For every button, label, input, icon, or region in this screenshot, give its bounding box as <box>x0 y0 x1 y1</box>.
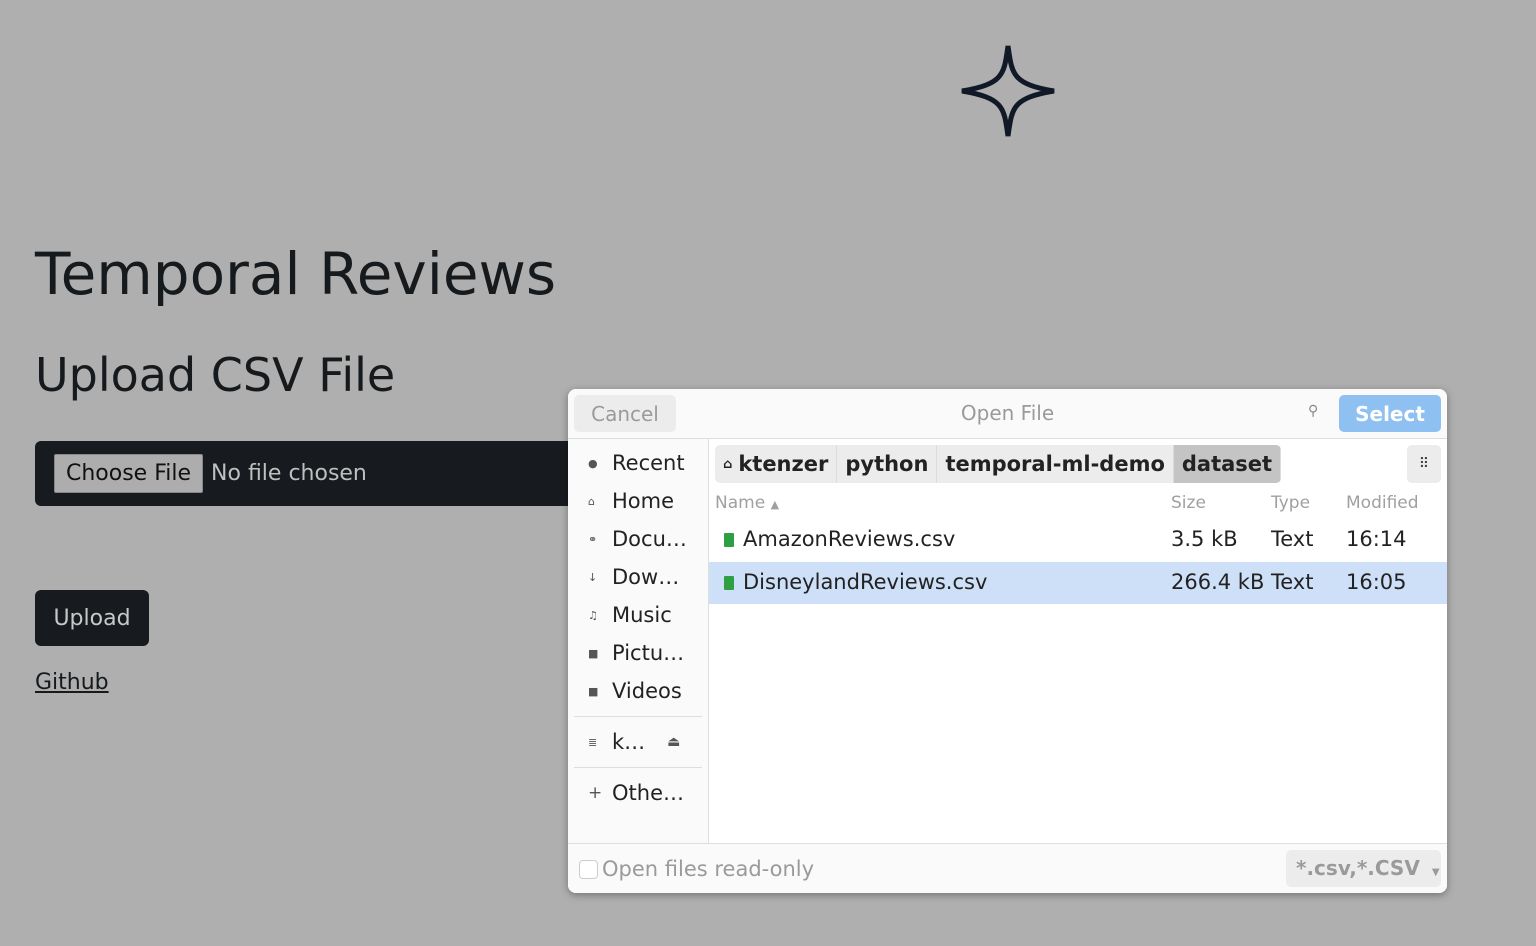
text-file-icon <box>724 576 734 590</box>
sidebar-item-label: Othe… <box>612 781 684 805</box>
dialog-header: Cancel Open File ⚲ Select <box>568 389 1447 439</box>
clock-icon: ● <box>588 456 598 470</box>
sidebar-item-other-locations[interactable]: + Othe… <box>568 774 708 812</box>
divider <box>574 767 702 768</box>
drive-icon: ≣ <box>588 735 598 749</box>
search-icon[interactable]: ⚲ <box>1308 403 1318 419</box>
sidebar-item-label: Dow… <box>612 565 680 589</box>
sidebar-item-pictu[interactable]: ■ Pictu… <box>568 634 708 672</box>
videos-icon: ■ <box>588 684 599 698</box>
column-headers: Name ▲ Size Type Modified <box>709 493 1447 517</box>
file-type: Text <box>1271 570 1314 594</box>
documents-icon: ⚭ <box>588 532 598 546</box>
select-button[interactable]: Select <box>1339 395 1441 432</box>
sidebar-item-home[interactable]: ⌂ Home <box>568 482 708 520</box>
file-row[interactable]: DisneylandReviews.csv 266.4 kB Text 16:05 <box>709 562 1447 604</box>
sidebar-item-music[interactable]: ♫ Music <box>568 596 708 634</box>
chevron-down-icon: ▼ <box>1431 867 1440 878</box>
file-modified: 16:05 <box>1346 570 1407 594</box>
download-icon: ↓ <box>588 570 598 584</box>
plus-icon: + <box>588 783 603 803</box>
music-icon: ♫ <box>588 608 598 622</box>
sidebar-item-dow[interactable]: ↓ Dow… <box>568 558 708 596</box>
file-name: AmazonReviews.csv <box>743 527 956 551</box>
crumb-label: ktenzer <box>738 452 829 476</box>
file-size: 266.4 kB <box>1171 570 1265 594</box>
github-link[interactable]: Github <box>35 670 109 695</box>
column-label: Name <box>715 493 766 513</box>
file-input[interactable]: Choose File No file chosen <box>35 441 595 506</box>
sidebar-item-docu[interactable]: ⚭ Docu… <box>568 520 708 558</box>
file-type: Text <box>1271 527 1314 551</box>
grid-view-icon[interactable]: ⠿ <box>1407 445 1441 483</box>
read-only-label: Open files read-only <box>602 857 815 881</box>
column-size[interactable]: Size <box>1171 493 1206 513</box>
file-size: 3.5 kB <box>1171 527 1238 551</box>
sidebar-item-label: Docu… <box>612 527 687 551</box>
file-row[interactable]: AmazonReviews.csv 3.5 kB Text 16:14 <box>709 519 1447 561</box>
file-name: DisneylandReviews.csv <box>743 570 988 594</box>
read-only-checkbox[interactable] <box>579 860 598 879</box>
breadcrumb-dataset[interactable]: dataset <box>1173 445 1282 483</box>
breadcrumb-ktenzer[interactable]: ⌂ ktenzer <box>715 445 838 483</box>
breadcrumb: ⌂ ktenzer python temporal-ml-demo dataset <box>715 445 1282 483</box>
dialog-footer: Open files read-only *.csv,*.CSV ▼ <box>568 843 1447 893</box>
home-icon: ⌂ <box>723 456 733 472</box>
breadcrumb-temporal-ml-demo[interactable]: temporal-ml-demo <box>937 445 1174 483</box>
column-modified[interactable]: Modified <box>1346 493 1419 513</box>
sidebar-item-label: Pictu… <box>612 641 685 665</box>
file-status: No file chosen <box>211 461 367 486</box>
sidebar-item-label: Home <box>612 489 675 513</box>
choose-file-button[interactable]: Choose File <box>54 454 204 493</box>
home-icon: ⌂ <box>588 494 595 508</box>
places-sidebar: ● Recent ⌂ Home ⚭ Docu… ↓ Dow… ♫ Music ■ Pictu… ■ Vid… <box>568 439 709 843</box>
column-name[interactable]: Name ▲ <box>715 493 779 513</box>
sidebar-item-label: k… <box>612 730 646 754</box>
sidebar-item-label: Music <box>612 603 672 627</box>
file-modified: 16:14 <box>1346 527 1407 551</box>
pictures-icon: ■ <box>588 646 599 660</box>
file-filter-dropdown[interactable]: *.csv,*.CSV ▼ <box>1286 850 1441 887</box>
page-title: Temporal Reviews <box>35 240 557 308</box>
sidebar-item-label: Videos <box>612 679 682 703</box>
sidebar-item-videos[interactable]: ■ Videos <box>568 672 708 710</box>
section-title: Upload CSV File <box>35 348 396 402</box>
open-file-dialog: Cancel Open File ⚲ Select ● Recent ⌂ Home ⚭ D… <box>568 389 1447 893</box>
upload-button[interactable]: Upload <box>35 590 149 646</box>
column-type[interactable]: Type <box>1271 493 1310 513</box>
file-list-pane: ⌂ ktenzer python temporal-ml-demo dataset… <box>709 439 1447 843</box>
sidebar-item-drive[interactable]: ≣ k… ⏏ <box>568 723 708 761</box>
sort-ascending-icon: ▲ <box>770 498 780 511</box>
sidebar-item-recent[interactable]: ● Recent <box>568 444 708 482</box>
app-logo-icon <box>961 45 1055 137</box>
divider <box>574 716 702 717</box>
sidebar-item-label: Recent <box>612 451 685 475</box>
breadcrumb-python[interactable]: python <box>837 445 938 483</box>
eject-icon[interactable]: ⏏ <box>667 734 680 750</box>
text-file-icon <box>724 533 734 547</box>
filter-value: *.csv,*.CSV <box>1296 856 1420 880</box>
